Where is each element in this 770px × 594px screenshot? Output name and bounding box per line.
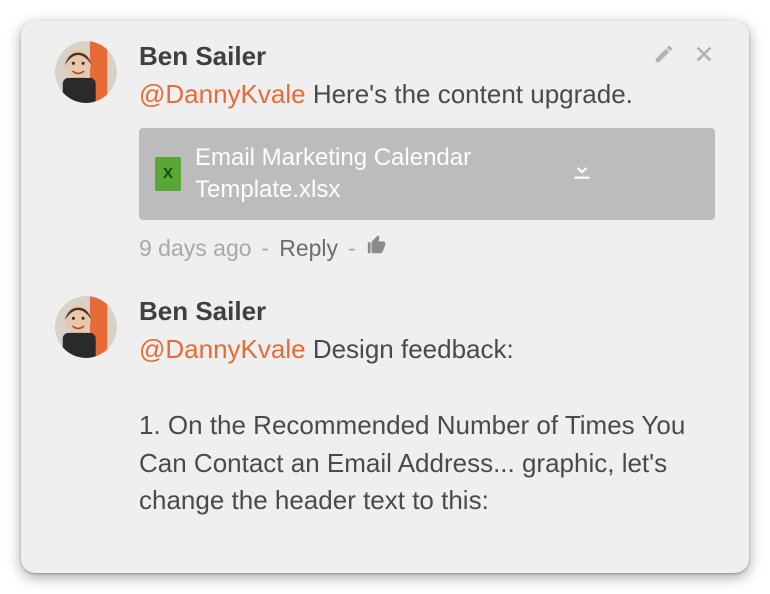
comment-age: 9 days ago: [139, 235, 252, 262]
comment-text: @DannyKvale Design feedback: 1. On the R…: [139, 331, 715, 519]
comment-text: @DannyKvale Here's the content upgrade.: [139, 76, 715, 114]
close-icon[interactable]: [693, 43, 715, 70]
attachment[interactable]: Email Marketing Calendar Template.xlsx: [139, 128, 715, 221]
comment-author[interactable]: Ben Sailer: [139, 296, 266, 327]
comment-actions: [653, 43, 715, 70]
comment: Ben Sailer @DannyKvale Here's the conten…: [55, 41, 715, 262]
avatar[interactable]: [55, 41, 117, 103]
comment-extra: 1. On the Recommended Number of Times Yo…: [139, 410, 685, 515]
comment-meta: 9 days ago - Reply -: [139, 234, 715, 262]
reply-button[interactable]: Reply: [279, 235, 338, 262]
xlsx-icon: [155, 157, 181, 191]
download-icon[interactable]: [569, 156, 597, 191]
attachment-filename: Email Marketing Calendar Template.xlsx: [195, 142, 555, 207]
comment-thread-card: Ben Sailer @DannyKvale Here's the conten…: [21, 21, 749, 573]
avatar[interactable]: [55, 296, 117, 358]
like-icon[interactable]: [366, 234, 388, 262]
mention[interactable]: @DannyKvale: [139, 334, 306, 364]
mention[interactable]: @DannyKvale: [139, 79, 306, 109]
edit-icon[interactable]: [653, 43, 675, 70]
comment: Ben Sailer @DannyKvale Design feedback: …: [55, 296, 715, 519]
comment-author[interactable]: Ben Sailer: [139, 41, 266, 72]
